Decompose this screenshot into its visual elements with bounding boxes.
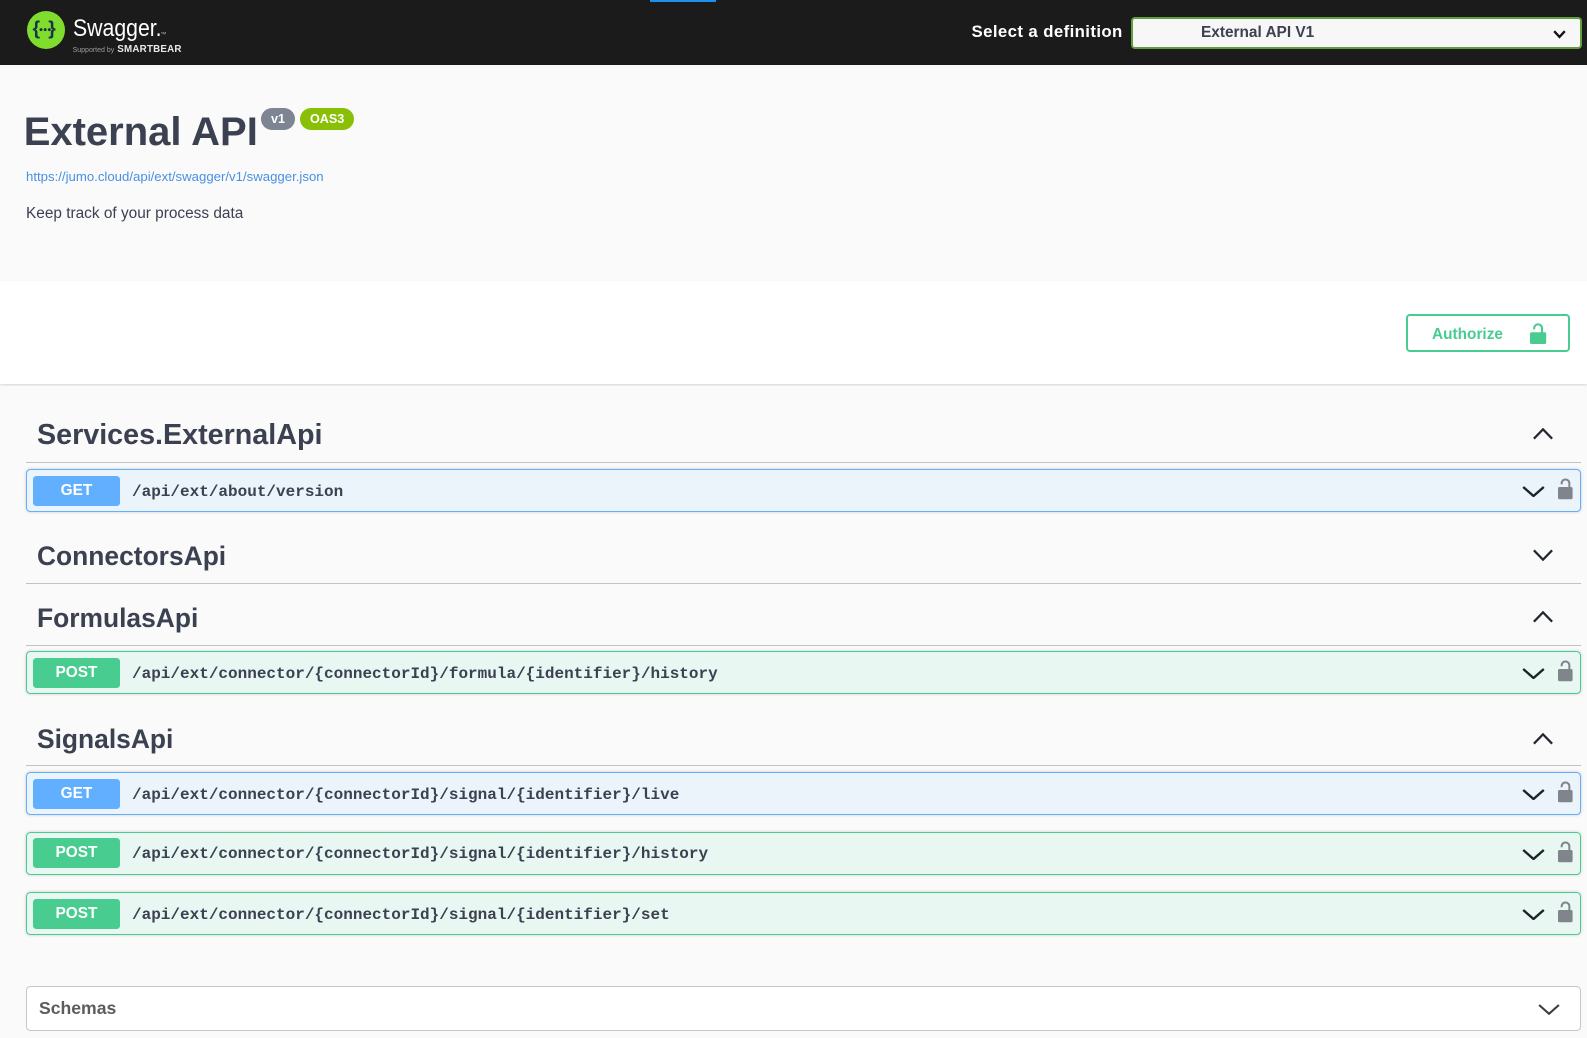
svg-text:{: { (33, 18, 41, 40)
